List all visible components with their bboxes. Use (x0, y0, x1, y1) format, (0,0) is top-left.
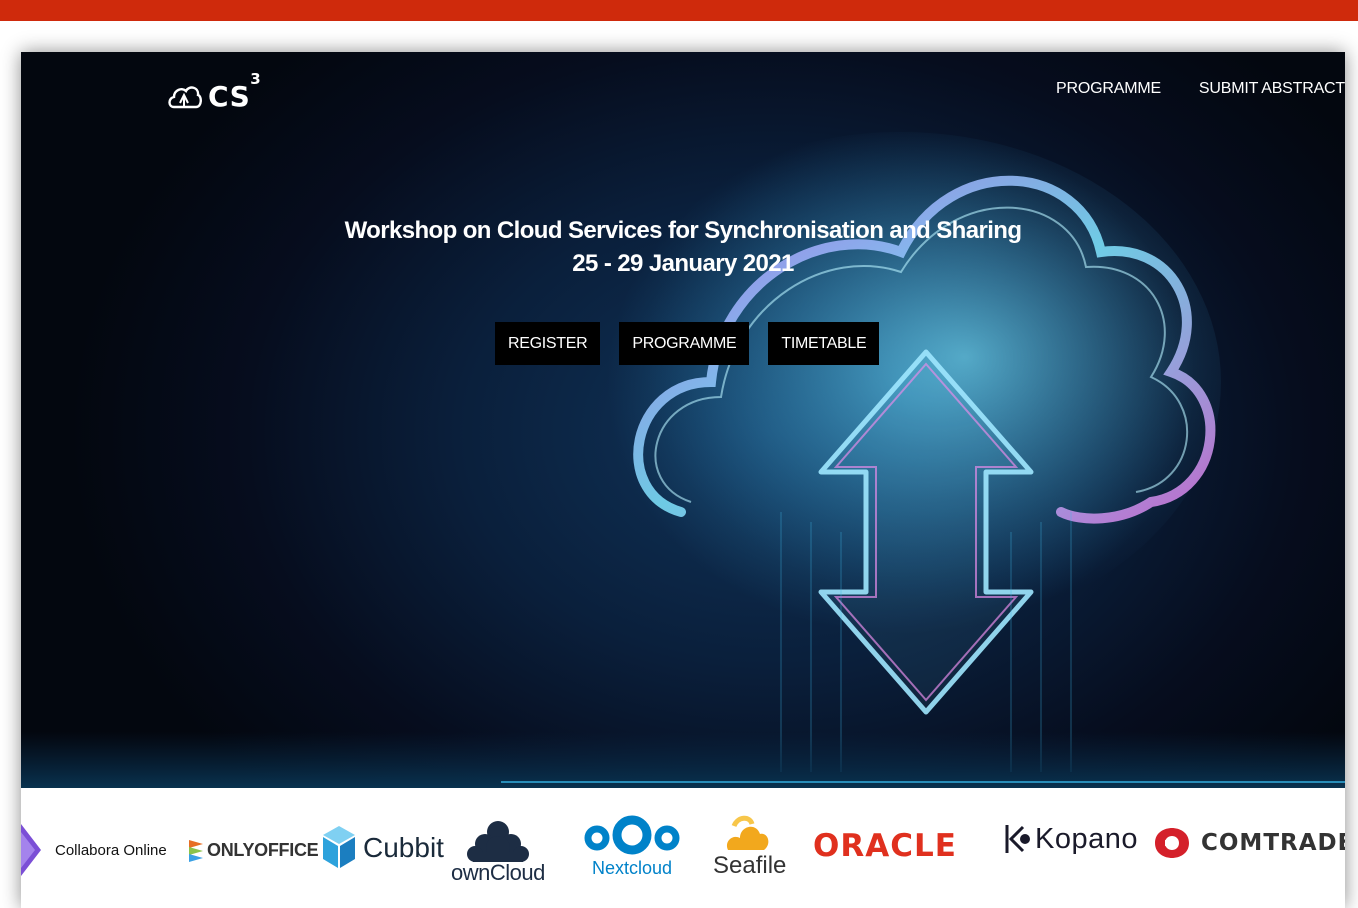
partner-onlyoffice[interactable]: ONLYOFFICE (189, 838, 319, 862)
cubbit-icon (323, 826, 355, 868)
page-frame: CS3 PROGRAMME SUBMIT ABSTRACT Workshop o… (21, 52, 1345, 908)
kopano-icon (1005, 825, 1030, 853)
nav-programme[interactable]: PROGRAMME (1056, 80, 1161, 98)
programme-button[interactable]: PROGRAMME (619, 322, 750, 365)
partner-owncloud[interactable]: ownCloud (451, 818, 545, 886)
hero-dates: 25 - 29 January 2021 (572, 250, 794, 277)
hero-section: CS3 PROGRAMME SUBMIT ABSTRACT Workshop o… (21, 52, 1345, 788)
cloud-arrow-artwork (21, 132, 1345, 788)
register-button[interactable]: REGISTER (495, 322, 601, 365)
partner-cubbit[interactable]: Cubbit (321, 824, 444, 872)
nextcloud-icon (584, 815, 680, 855)
partner-kopano[interactable]: Kopano (1003, 822, 1138, 856)
nav-submit-abstract[interactable]: SUBMIT ABSTRACT (1199, 80, 1345, 98)
hero-headline: Workshop on Cloud Services for Synchroni… (21, 214, 1345, 280)
seafile-icon (726, 815, 769, 850)
hero-buttons: REGISTER PROGRAMME TIMETABLE (495, 322, 880, 365)
partner-collabora[interactable]: Collabora Online (21, 824, 167, 876)
top-accent-bar (0, 0, 1358, 21)
site-logo[interactable]: CS3 (166, 69, 262, 116)
onlyoffice-icon (189, 840, 203, 862)
oracle-icon: ORACLE (813, 828, 957, 864)
collabora-icon (21, 824, 41, 876)
hero-title: Workshop on Cloud Services for Synchroni… (344, 217, 1022, 244)
partner-oracle[interactable]: ORACLE (813, 828, 957, 864)
partners-strip: Collabora Online ONLYOFFICE Cubbit ownCl… (21, 788, 1345, 908)
partner-seafile[interactable]: Seafile (707, 812, 786, 880)
logo-wordmark: CS3 (208, 69, 262, 113)
partner-nextcloud[interactable]: Nextcloud (583, 814, 681, 879)
comtrade-icon (1155, 828, 1189, 858)
cloud-logo-icon (168, 86, 202, 109)
timetable-button[interactable]: TIMETABLE (768, 322, 880, 365)
owncloud-icon (466, 821, 529, 862)
top-nav: PROGRAMME SUBMIT ABSTRACT (1056, 80, 1345, 98)
partner-comtrade[interactable]: COMTRADE (1151, 826, 1345, 860)
